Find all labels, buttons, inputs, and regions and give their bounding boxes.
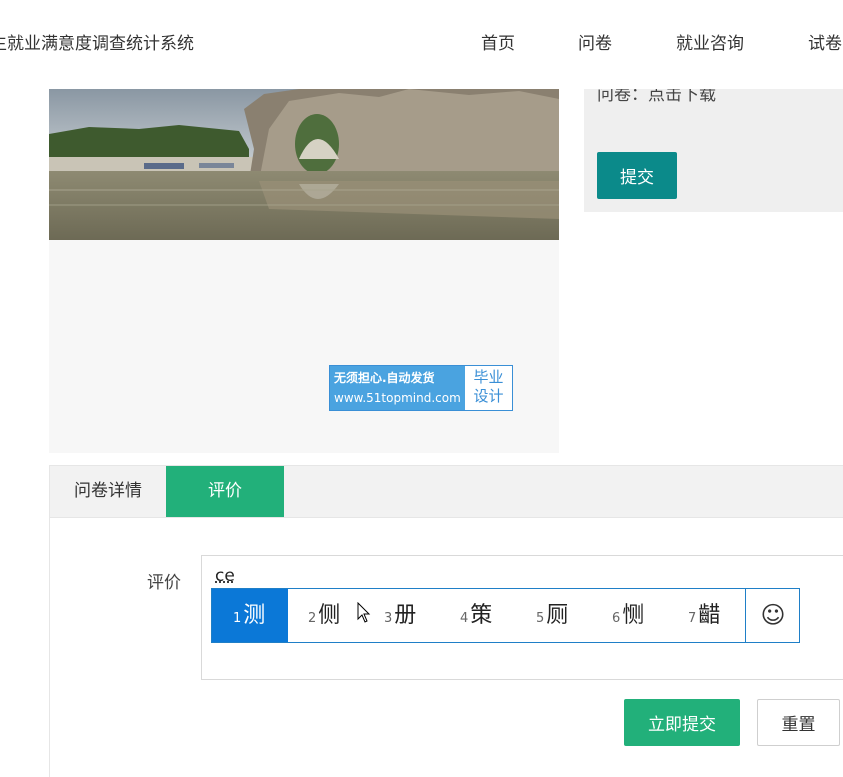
badge-tag: 毕业 设计 [465, 366, 512, 410]
mouse-cursor-icon [357, 602, 371, 623]
submit-now-button[interactable]: 立即提交 [624, 699, 740, 746]
ime-candidate-4[interactable]: 4策 [460, 589, 492, 642]
badge-text: 无须担心.自动发货 www.51topmind.com [330, 366, 465, 410]
ime-candidate-2-num: 2 [308, 611, 317, 626]
image-panel: 无须担心.自动发货 www.51topmind.com 毕业 设计 [49, 89, 559, 453]
ime-candidate-5-num: 5 [536, 611, 545, 626]
review-label: 评价 [147, 573, 181, 593]
ime-candidate-2[interactable]: 2侧 [308, 589, 340, 642]
ime-candidate-1[interactable]: 1测 [212, 589, 288, 642]
ime-candidate-3-num: 3 [384, 611, 393, 626]
ime-candidate-3-text: 册 [394, 603, 417, 628]
ime-candidate-4-text: 策 [470, 603, 493, 628]
badge-tag-line2: 设计 [473, 387, 504, 405]
ime-candidate-6-num: 6 [612, 611, 621, 626]
info-panel: 问卷：点击下载 提交 [584, 89, 843, 212]
ime-candidate-6[interactable]: 6恻 [612, 589, 644, 642]
ime-candidate-1-text: 测 [243, 603, 266, 628]
tabs-section: 问卷详情 评价 评价 ce 1测 2侧 3册 4策 5厕 6恻 7齰 ☺ 立即提… [49, 465, 843, 777]
nav-exam[interactable]: 试卷 [808, 29, 842, 54]
ime-candidate-3[interactable]: 3册 [384, 589, 416, 642]
ime-candidate-6-text: 恻 [622, 603, 645, 628]
landscape-photo [49, 89, 559, 240]
submit-button[interactable]: 提交 [597, 152, 677, 199]
ime-candidate-7-num: 7 [688, 611, 697, 626]
ime-candidate-5[interactable]: 5厕 [536, 589, 568, 642]
nav-employment-consult[interactable]: 就业咨询 [676, 29, 744, 54]
badge-url: www.51topmind.com [334, 391, 461, 405]
reset-button[interactable]: 重置 [757, 699, 840, 746]
ime-candidate-2-text: 侧 [318, 603, 341, 628]
site-header: 生就业满意度调查统计系统 首页 问卷 就业咨询 试卷 [0, 0, 843, 80]
tab-review[interactable]: 评价 [166, 466, 284, 517]
ime-candidate-1-num: 1 [233, 611, 242, 626]
tab-questionnaire-details[interactable]: 问卷详情 [50, 466, 166, 517]
ime-candidate-7-text: 齰 [698, 603, 721, 628]
nav-questionnaire[interactable]: 问卷 [578, 29, 612, 54]
main-nav: 首页 问卷 就业咨询 试卷 [0, 29, 843, 54]
ime-candidate-4-num: 4 [460, 611, 469, 626]
badge-line1: 无须担心.自动发货 [334, 371, 435, 385]
ime-candidate-bar: 1测 2侧 3册 4策 5厕 6恻 7齰 ☺ [211, 588, 800, 643]
tab-bar: 问卷详情 评价 [50, 466, 843, 518]
ime-candidate-7[interactable]: 7齰 [688, 589, 720, 642]
ime-candidate-5-text: 厕 [546, 603, 569, 628]
typed-text: ce [215, 566, 235, 586]
ad-badge[interactable]: 无须担心.自动发货 www.51topmind.com 毕业 设计 [329, 365, 513, 411]
emoji-icon[interactable]: ☺ [746, 589, 800, 642]
badge-tag-line1: 毕业 [473, 368, 504, 386]
download-text[interactable]: 问卷：点击下载 [597, 89, 716, 105]
nav-home[interactable]: 首页 [481, 29, 515, 54]
